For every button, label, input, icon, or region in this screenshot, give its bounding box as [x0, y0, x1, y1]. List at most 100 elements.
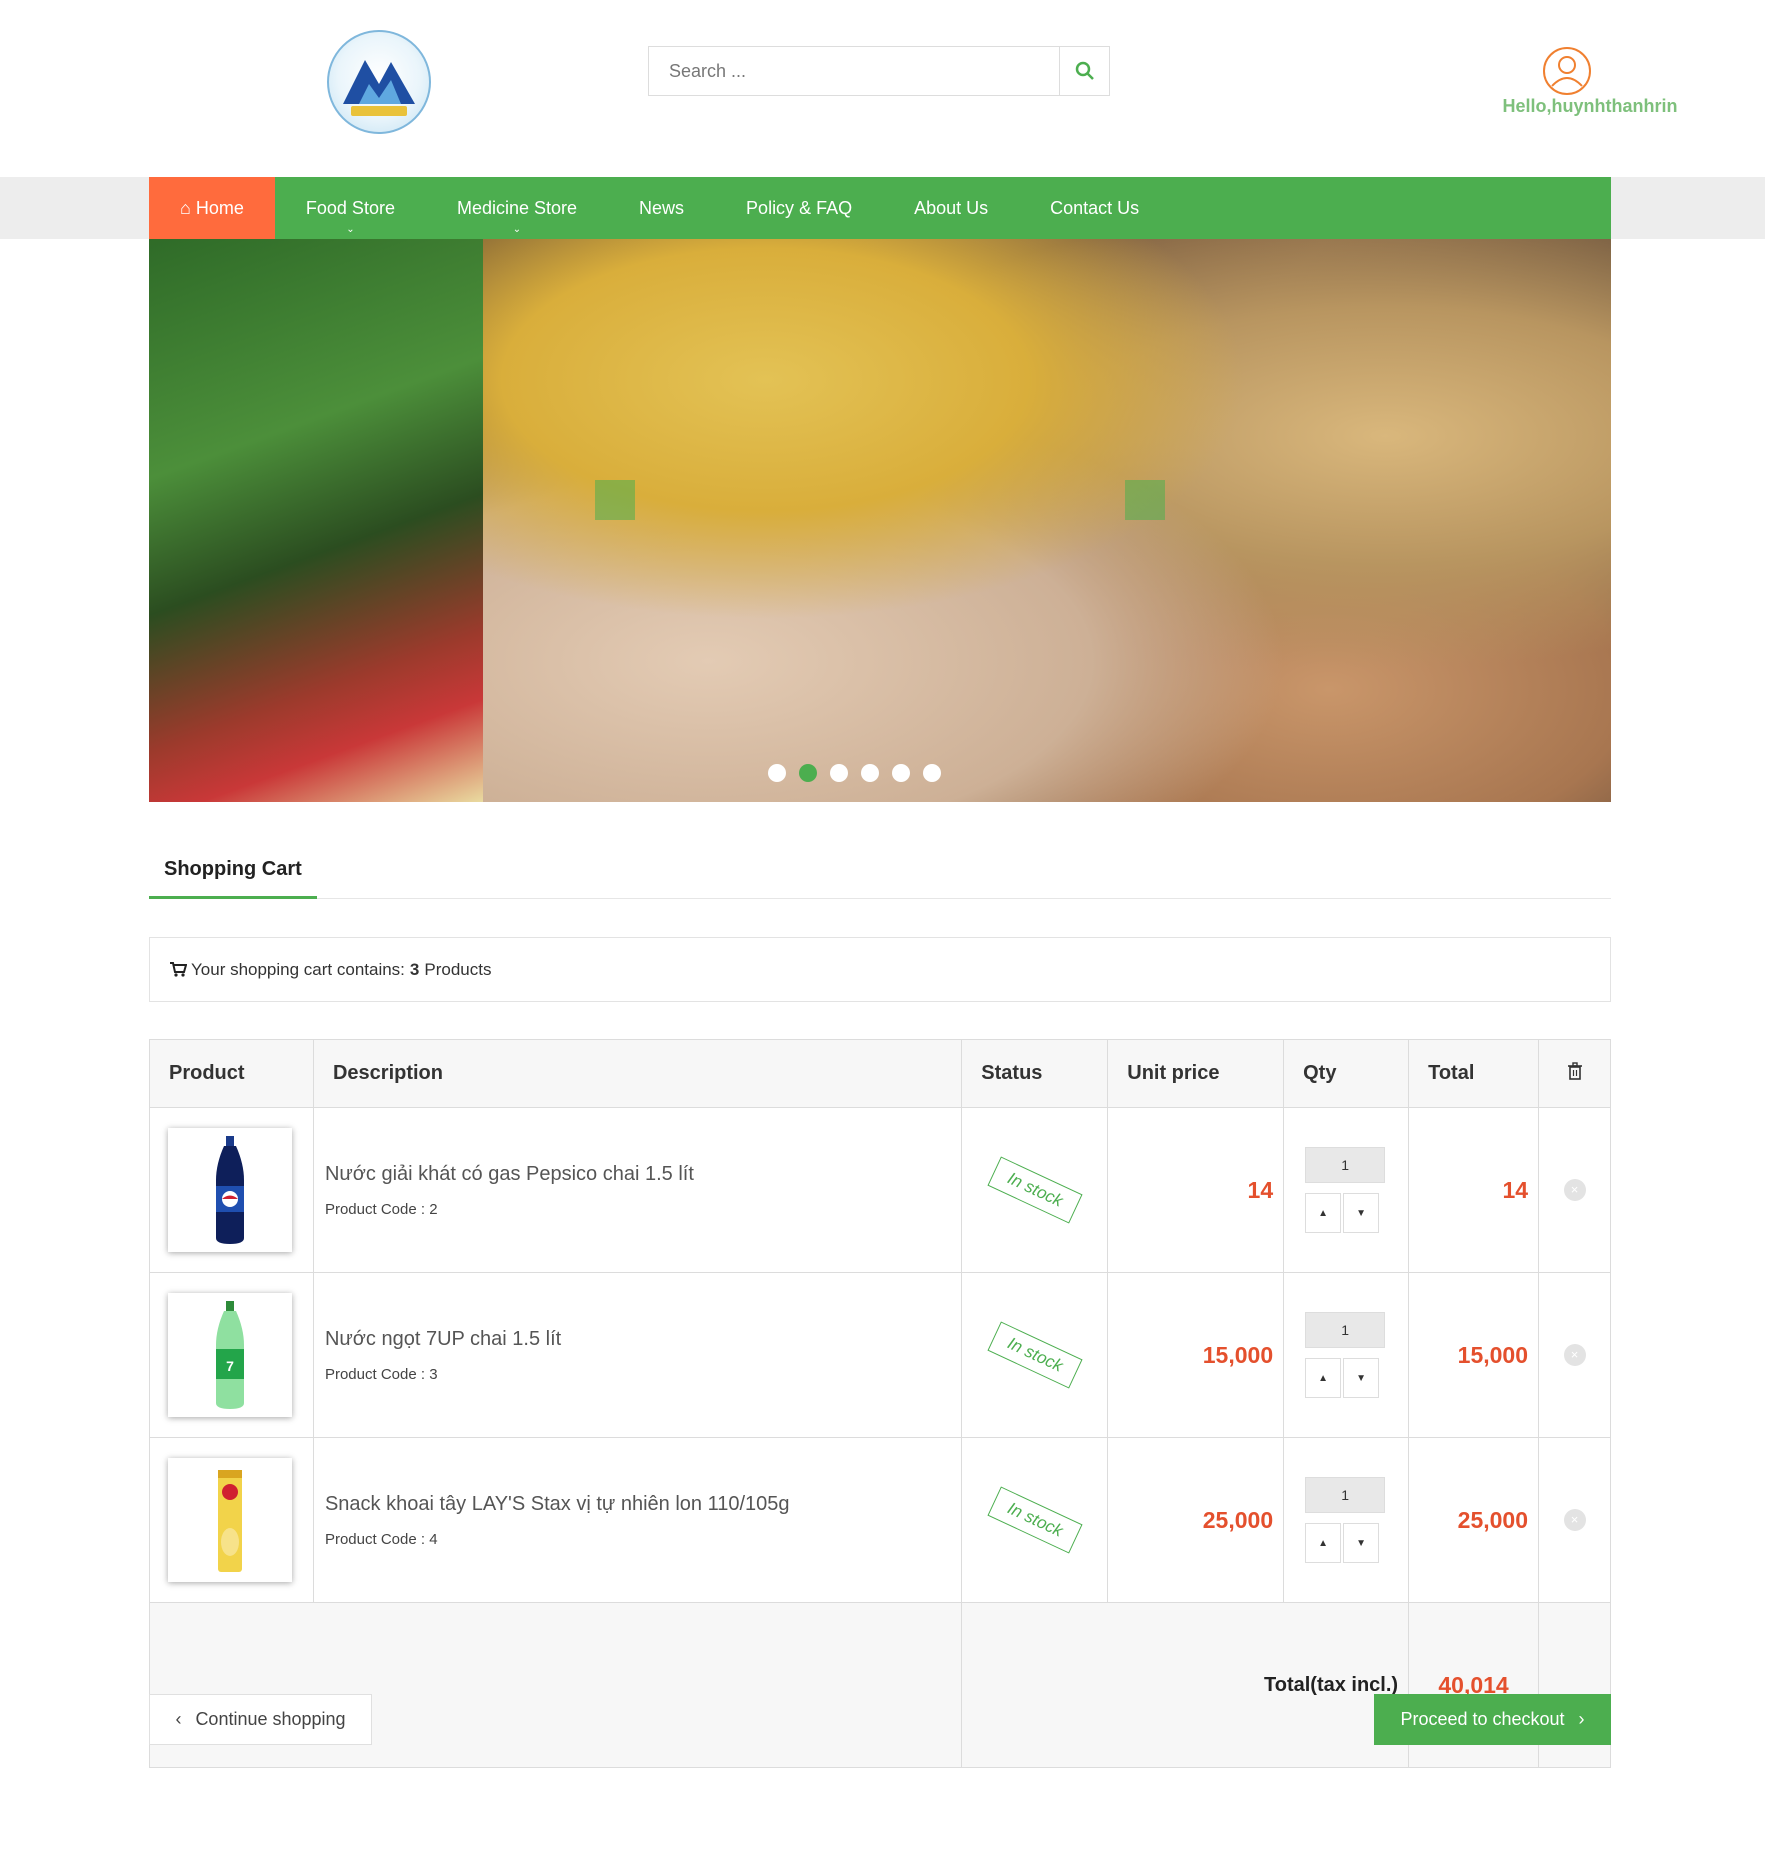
col-description: Description — [312, 1039, 963, 1108]
remove-item-button[interactable]: × — [1563, 1509, 1586, 1531]
checkout-label: Proceed to checkout — [1400, 1709, 1565, 1729]
qty-decrease-button[interactable]: ▼ — [1343, 1523, 1380, 1563]
product-description-cell: Nước ngọt 7UP chai 1.5 lít Product Code … — [312, 1272, 963, 1438]
continue-shopping-button[interactable]: ‹ Continue shopping — [149, 1694, 372, 1745]
product-code: Product Code : 3 — [324, 1365, 438, 1383]
caret-up-icon: ▲ — [1318, 1207, 1329, 1219]
slider-dot-active[interactable] — [799, 764, 817, 782]
product-name[interactable]: Snack khoai tây LAY'S Stax vị tự nhiên l… — [315, 1493, 960, 1516]
qty-decrease-button[interactable]: ▼ — [1343, 1193, 1380, 1233]
close-icon: × — [1570, 1347, 1579, 1362]
banner-vegetables-image — [149, 239, 483, 802]
banner-grains-image — [483, 239, 1611, 802]
search-input[interactable] — [649, 47, 1059, 95]
product-image-cell: 7 — [149, 1272, 314, 1438]
caret-down-icon: ▼ — [1356, 1207, 1367, 1219]
slider-dots — [768, 764, 941, 782]
slider-prev-button[interactable] — [595, 480, 635, 520]
cart-icon — [170, 962, 187, 977]
nav-about-us[interactable]: About Us — [883, 177, 1019, 239]
line-total: 15,000 — [1408, 1272, 1540, 1438]
table-row: 7 Nước ngọt 7UP chai 1.5 lít Product Cod… — [149, 1272, 1611, 1438]
col-status: Status — [961, 1039, 1109, 1108]
search-button[interactable] — [1060, 46, 1110, 96]
quantity-field[interactable] — [1305, 1147, 1386, 1183]
site-logo[interactable] — [327, 30, 431, 134]
cart-summary: Your shopping cart contains: 3 Products — [149, 937, 1611, 1002]
svg-text:7: 7 — [226, 1358, 234, 1374]
quantity-field[interactable] — [1305, 1312, 1386, 1348]
search-icon — [1075, 61, 1094, 80]
product-description-cell: Snack khoai tây LAY'S Stax vị tự nhiên l… — [312, 1437, 963, 1603]
user-greeting[interactable]: Hello,huynhthanhrin — [1460, 96, 1720, 117]
slider-dot[interactable] — [892, 764, 910, 782]
status-cell: In stock — [961, 1272, 1109, 1438]
caret-down-icon: ▼ — [1356, 1372, 1367, 1384]
product-name[interactable]: Nước giải khát có gas Pepsico chai 1.5 l… — [315, 1163, 960, 1186]
slider-dot[interactable] — [923, 764, 941, 782]
nav-home-label: Home — [195, 198, 244, 218]
product-image-pepsi[interactable] — [168, 1128, 292, 1252]
qty-increase-button[interactable]: ▲ — [1305, 1358, 1342, 1398]
page-title: Shopping Cart — [164, 858, 302, 880]
unit-price: 15,000 — [1107, 1272, 1285, 1438]
qty-increase-button[interactable]: ▲ — [1305, 1523, 1342, 1563]
status-cell: In stock — [961, 1437, 1109, 1603]
caret-down-icon: ▼ — [1356, 1537, 1367, 1549]
nav-policy-faq[interactable]: Policy & FAQ — [715, 177, 883, 239]
table-row: Snack khoai tây LAY'S Stax vị tự nhiên l… — [149, 1437, 1611, 1603]
product-image-lays[interactable] — [168, 1458, 292, 1582]
qty-cell: ▲ ▼ — [1283, 1272, 1410, 1438]
cart-summary-prefix: Your shopping cart contains: — [191, 959, 405, 979]
product-name[interactable]: Nước ngọt 7UP chai 1.5 lít — [315, 1328, 960, 1351]
nav-contact-us[interactable]: Contact Us — [1019, 177, 1170, 239]
product-image-7up[interactable]: 7 — [168, 1293, 292, 1417]
nav-contact-us-label: Contact Us — [1050, 198, 1140, 218]
nav-medicine-store-label: Medicine Store — [456, 198, 578, 218]
caret-up-icon: ▲ — [1318, 1537, 1329, 1549]
slider-next-button[interactable] — [1125, 480, 1165, 520]
cart-table: Product Description Status Unit price Qt… — [148, 1039, 1611, 1768]
user-account-icon[interactable] — [1542, 46, 1592, 96]
close-icon: × — [1570, 1512, 1579, 1527]
main-nav: ⌂ Home Food Store ⌄ Medicine Store ⌄ New… — [149, 177, 1611, 239]
product-image-cell — [149, 1107, 314, 1273]
qty-cell: ▲ ▼ — [1283, 1437, 1410, 1603]
nav-food-store-label: Food Store — [305, 198, 395, 218]
product-code: Product Code : 4 — [324, 1530, 438, 1548]
col-qty: Qty — [1283, 1039, 1410, 1108]
slider-dot[interactable] — [861, 764, 879, 782]
nav-medicine-store[interactable]: Medicine Store ⌄ — [426, 177, 608, 239]
remove-item-button[interactable]: × — [1563, 1179, 1586, 1201]
chevron-left-icon: ‹ — [175, 1709, 182, 1729]
title-underline — [149, 896, 317, 899]
caret-up-icon: ▲ — [1318, 1372, 1329, 1384]
qty-increase-button[interactable]: ▲ — [1305, 1193, 1342, 1233]
quantity-field[interactable] — [1305, 1477, 1386, 1513]
proceed-to-checkout-button[interactable]: Proceed to checkout › — [1374, 1694, 1611, 1745]
nav-home[interactable]: ⌂ Home — [149, 177, 275, 239]
remove-item-button[interactable]: × — [1563, 1344, 1586, 1366]
col-total: Total — [1408, 1039, 1540, 1108]
unit-price: 25,000 — [1107, 1437, 1285, 1603]
table-header-row: Product Description Status Unit price Qt… — [149, 1039, 1611, 1108]
chevron-down-icon: ⌄ — [512, 224, 522, 235]
cart-summary-suffix: Products — [424, 959, 492, 979]
qty-decrease-button[interactable]: ▼ — [1343, 1358, 1380, 1398]
product-description-cell: Nước giải khát có gas Pepsico chai 1.5 l… — [312, 1107, 963, 1273]
line-total: 14 — [1408, 1107, 1540, 1273]
continue-shopping-label: Continue shopping — [195, 1709, 346, 1729]
chevron-right-icon: › — [1578, 1709, 1585, 1729]
slider-dot[interactable] — [768, 764, 786, 782]
home-icon: ⌂ — [180, 198, 191, 218]
trash-icon — [1567, 1061, 1582, 1080]
remove-cell: × — [1538, 1437, 1611, 1603]
remove-cell: × — [1538, 1107, 1611, 1273]
col-delete — [1538, 1039, 1611, 1108]
status-badge: In stock — [987, 1321, 1083, 1389]
nav-news[interactable]: News — [608, 177, 715, 239]
nav-food-store[interactable]: Food Store ⌄ — [275, 177, 426, 239]
col-product: Product — [149, 1039, 314, 1108]
slider-dot[interactable] — [830, 764, 848, 782]
table-row: Nước giải khát có gas Pepsico chai 1.5 l… — [149, 1107, 1611, 1273]
